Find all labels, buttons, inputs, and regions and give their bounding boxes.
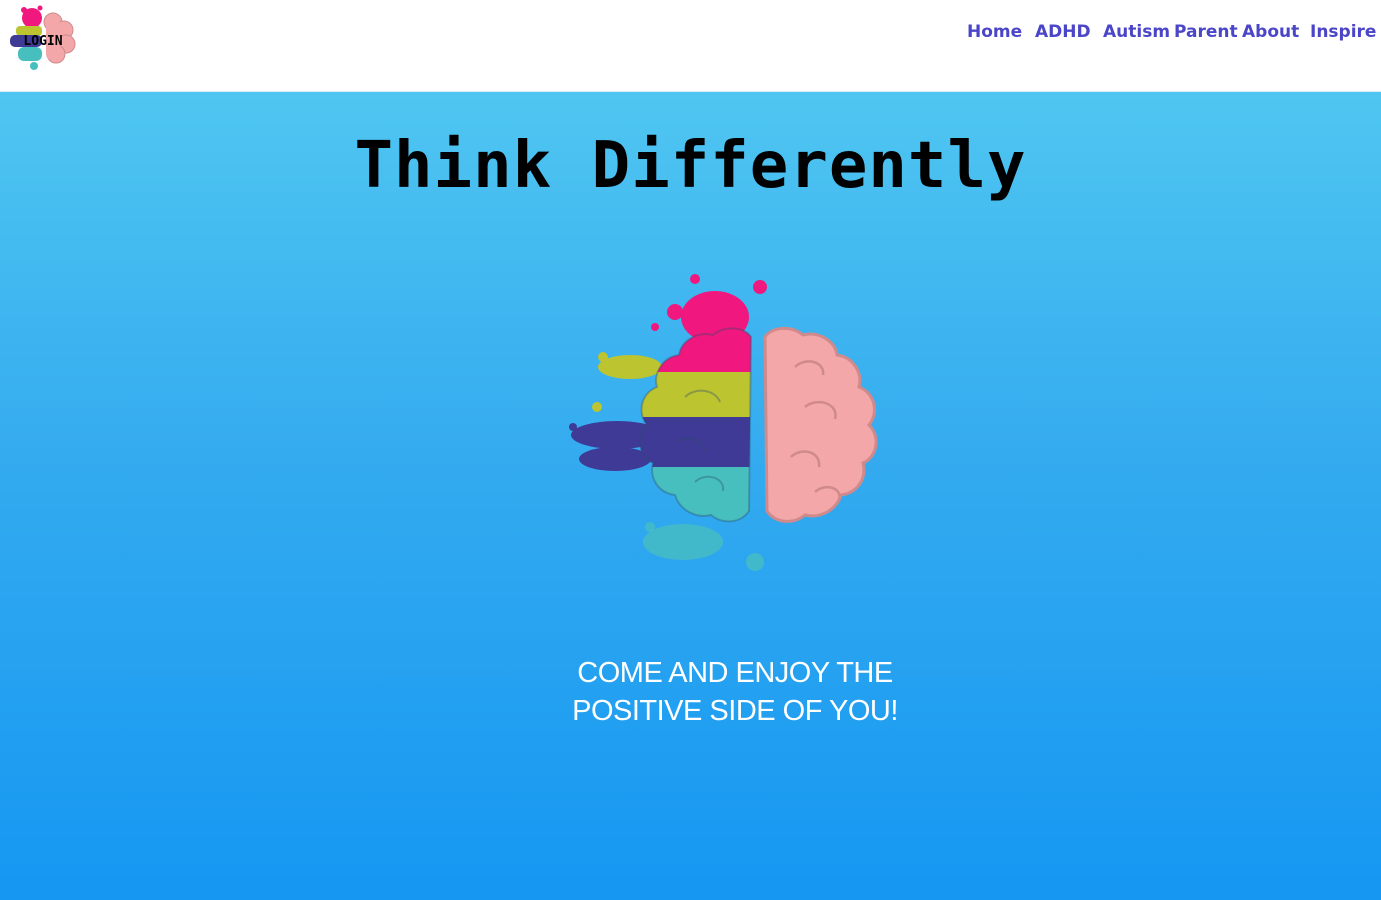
main-nav: Home ADHD Autism Parent About Inspire bbox=[960, 20, 1376, 44]
brain-splash-logo-icon[interactable]: LOGIN bbox=[6, 4, 80, 74]
hero-tagline: COME AND ENJOY THE POSITIVE SIDE OF YOU! bbox=[490, 654, 980, 730]
hero-title: Think Differently bbox=[354, 129, 1027, 203]
nav-home-link[interactable]: Home bbox=[967, 20, 1022, 44]
nav-inspire-link[interactable]: Inspire bbox=[1310, 20, 1376, 44]
nav-autism-link[interactable]: Autism bbox=[1103, 20, 1170, 44]
hero-section: Think Differently COME AND ENJOY THE POS… bbox=[0, 92, 1381, 900]
colorful-brain-icon bbox=[569, 274, 878, 571]
brain-right-hemisphere bbox=[763, 327, 878, 523]
nav-adhd-link[interactable]: ADHD bbox=[1035, 20, 1091, 44]
nav-about-link[interactable]: About bbox=[1242, 20, 1299, 44]
site-header: LOGIN Home ADHD Autism Parent About Insp… bbox=[0, 0, 1381, 92]
logo-text: LOGIN bbox=[23, 34, 62, 49]
tagline-line-1: COME AND ENJOY THE bbox=[577, 657, 893, 689]
tagline-line-2: POSITIVE SIDE OF YOU! bbox=[572, 695, 898, 727]
nav-parent-link[interactable]: Parent bbox=[1174, 20, 1238, 44]
brain-left-hemisphere bbox=[638, 327, 753, 523]
